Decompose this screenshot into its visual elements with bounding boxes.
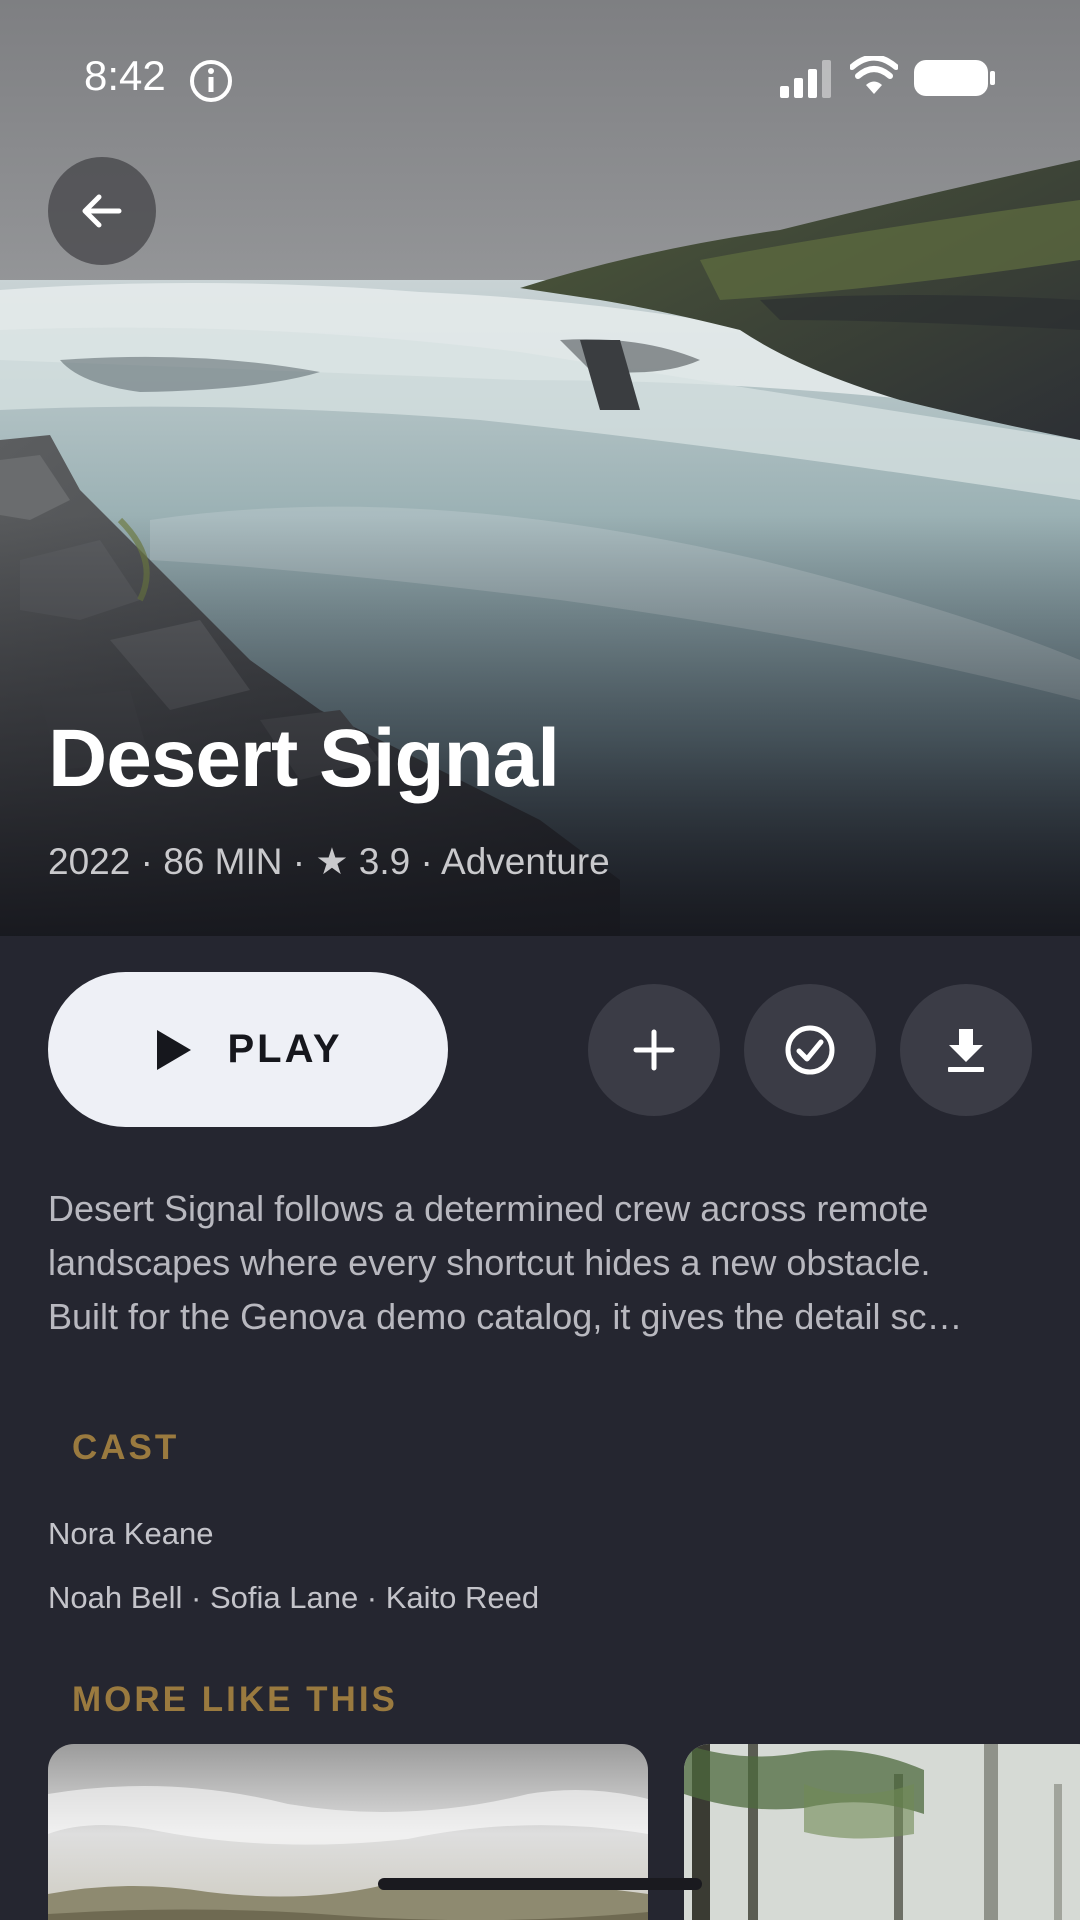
status-bar: 8:42 bbox=[0, 0, 1080, 150]
recommendation-card[interactable] bbox=[684, 1744, 1080, 1920]
play-button[interactable]: PLAY bbox=[48, 972, 448, 1127]
hero-banner: 8:42 Desert Signal 2022 · 86 MIN · ★ 3.9… bbox=[0, 0, 1080, 936]
check-circle-icon bbox=[785, 1025, 835, 1075]
arrow-left-icon bbox=[82, 194, 122, 228]
movie-detail-screen: 8:42 Desert Signal 2022 · 86 MIN · ★ 3.9… bbox=[0, 0, 1080, 1920]
movie-title: Desert Signal bbox=[48, 713, 560, 804]
cast-supporting-names: Noah Bell · Sofia Lane · Kaito Reed bbox=[48, 1580, 540, 1615]
recommendation-card[interactable] bbox=[48, 1744, 648, 1920]
battery-icon bbox=[914, 60, 995, 96]
cast-heading: CAST bbox=[72, 1428, 180, 1467]
mark-watched-button[interactable] bbox=[744, 984, 876, 1116]
recommendation-thumbnail bbox=[48, 1744, 648, 1920]
info-icon bbox=[190, 60, 232, 102]
movie-meta: 2022 · 86 MIN · ★ 3.9 · Adventure bbox=[48, 841, 610, 882]
download-icon bbox=[948, 1029, 984, 1072]
cast-lead-name: Nora Keane bbox=[48, 1516, 214, 1551]
synopsis-line: landscapes where every shortcut hides a … bbox=[48, 1242, 931, 1283]
recommendation-thumbnail bbox=[684, 1744, 1080, 1920]
more-like-this-heading: MORE LIKE THIS bbox=[72, 1680, 398, 1719]
download-button[interactable] bbox=[900, 984, 1032, 1116]
synopsis-line: Desert Signal follows a determined crew … bbox=[48, 1188, 929, 1229]
add-to-list-button[interactable] bbox=[588, 984, 720, 1116]
play-button-label: PLAY bbox=[227, 1027, 343, 1071]
back-button[interactable] bbox=[48, 157, 156, 265]
play-icon bbox=[157, 1029, 192, 1070]
plus-icon bbox=[633, 1029, 675, 1071]
status-time: 8:42 bbox=[84, 52, 166, 99]
synopsis-text: Desert Signal follows a determined crew … bbox=[48, 1182, 1038, 1344]
signal-icon bbox=[780, 60, 831, 98]
synopsis-line: Built for the Genova demo catalog, it gi… bbox=[48, 1296, 963, 1337]
home-indicator[interactable] bbox=[378, 1878, 702, 1890]
wifi-icon bbox=[850, 56, 898, 94]
